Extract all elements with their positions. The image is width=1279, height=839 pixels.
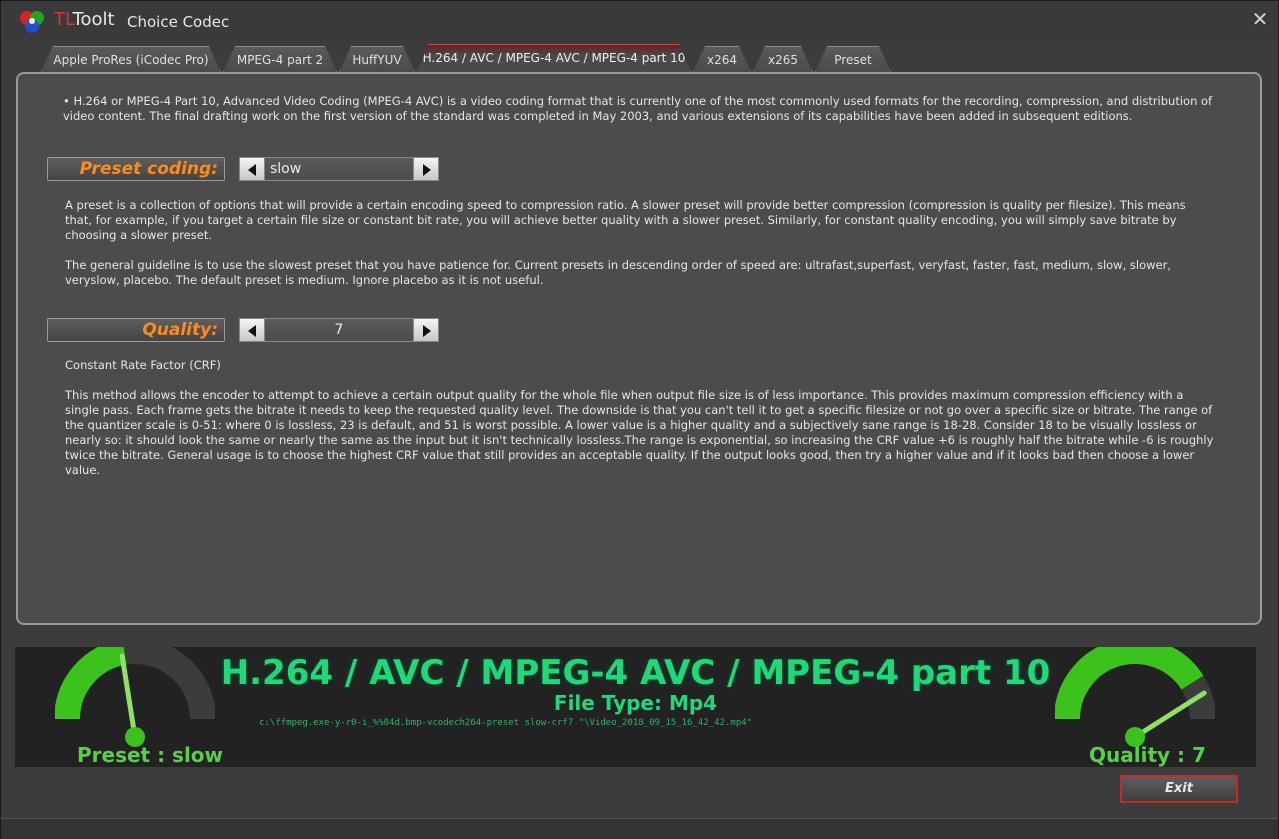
arrow-left-icon <box>248 164 256 176</box>
exit-button[interactable]: Exit <box>1120 775 1238 803</box>
preset-coding-label: Preset coding: <box>47 157 225 181</box>
quality-gauge <box>1055 647 1215 747</box>
preset-prev-button[interactable] <box>239 157 265 181</box>
brand-name: TLToolt <box>54 9 115 30</box>
codec-intro-text: • H.264 or MPEG-4 Part 10, Advanced Vide… <box>63 94 1213 123</box>
preset-value[interactable]: slow <box>265 157 413 181</box>
tab-h264[interactable]: H.264 / AVC / MPEG-4 AVC / MPEG-4 part 1… <box>417 44 691 72</box>
close-icon[interactable]: ✕ <box>1250 9 1270 29</box>
crf-subtitle: Constant Rate Factor (CRF) <box>65 358 221 372</box>
tab-apple-prores[interactable]: Apple ProRes (iCodec Pro) <box>41 46 221 72</box>
preset-coding-label-text: Preset coding: <box>79 159 218 179</box>
brand-prefix: TL <box>54 9 73 30</box>
rgb-circles-logo-icon <box>20 11 44 33</box>
preset-guideline: The general guideline is to use the slow… <box>65 258 1171 287</box>
tab-huffyuv[interactable]: HuffYUV <box>339 46 415 72</box>
preset-next-button[interactable] <box>413 157 439 181</box>
brand-suffix: Toolt <box>72 9 115 30</box>
tab-x265[interactable]: x265 <box>753 46 813 72</box>
arrow-left-icon <box>248 325 256 337</box>
arrow-right-icon <box>423 164 431 176</box>
arrow-right-icon <box>423 325 431 337</box>
app-window: TLToolt Choice Codec ✕ Apple ProRes (iCo… <box>0 0 1279 839</box>
quality-label: Quality: <box>47 318 225 342</box>
quality-gauge-label: Quality : 7 <box>1089 743 1206 767</box>
summary-display: Preset : slow H.264 / AVC / MPEG-4 AVC /… <box>15 647 1256 767</box>
window-title: Choice Codec <box>127 13 230 31</box>
tab-mpeg4-part2[interactable]: MPEG-4 part 2 <box>223 46 337 72</box>
preset-description: A preset is a collection of options that… <box>65 198 1186 242</box>
ffmpeg-command: c:\ffmpeg.exe-y-r0-i_%%04d.bmp-vcodech26… <box>259 718 753 728</box>
preset-gauge-label: Preset : slow <box>77 743 224 767</box>
quality-prev-button[interactable] <box>239 318 265 342</box>
preset-spinner: slow <box>239 157 439 181</box>
crf-description: This method allows the encoder to attemp… <box>65 388 1214 477</box>
quality-next-button[interactable] <box>413 318 439 342</box>
tab-x264[interactable]: x264 <box>693 46 751 72</box>
quality-value[interactable]: 7 <box>265 318 413 342</box>
codec-panel: • H.264 or MPEG-4 Part 10, Advanced Vide… <box>16 72 1262 625</box>
quality-label-text: Quality: <box>142 320 218 340</box>
status-bar <box>1 818 1278 839</box>
title-bar: TLToolt Choice Codec ✕ <box>1 1 1278 41</box>
codec-tabs: Apple ProRes (iCodec Pro) MPEG-4 part 2 … <box>9 41 1272 75</box>
quality-gauge-fill <box>1055 647 1204 720</box>
quality-spinner: 7 <box>239 318 439 342</box>
tab-preset[interactable]: Preset <box>815 46 891 72</box>
